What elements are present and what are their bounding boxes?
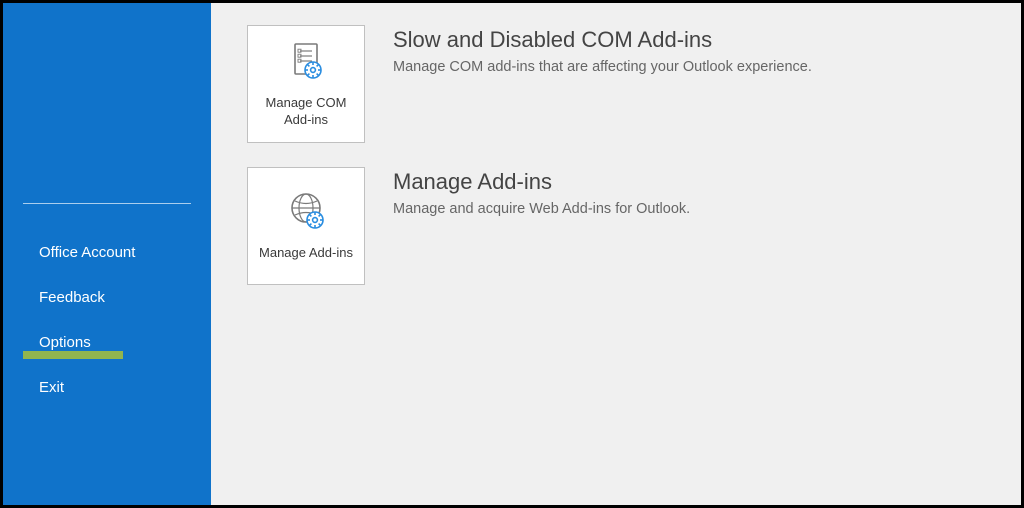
sidebar-item-feedback[interactable]: Feedback [3,275,211,320]
globe-gear-icon [283,190,329,239]
tile-subtitle: Manage and acquire Web Add-ins for Outlo… [393,201,690,217]
sidebar-divider [23,203,191,204]
sidebar-item-label: Options [39,334,91,351]
tile-description: Slow and Disabled COM Add-ins Manage COM… [393,25,812,75]
sidebar-item-label: Exit [39,379,64,396]
tile-button-label: Manage Add-ins [259,245,353,262]
tile-button-label: Manage COM Add-ins [252,95,360,129]
sidebar-item-office-account[interactable]: Office Account [3,230,211,275]
sidebar-item-exit[interactable]: Exit [3,365,211,410]
tile-title: Slow and Disabled COM Add-ins [393,27,812,53]
document-gear-icon [283,40,329,89]
sidebar-item-options[interactable]: Options [3,320,211,365]
tile-row: Manage COM Add-ins Slow and Disabled COM… [247,25,985,143]
manage-com-addins-button[interactable]: Manage COM Add-ins [247,25,365,143]
highlight-marker [23,351,123,359]
content-pane: Manage COM Add-ins Slow and Disabled COM… [211,3,1021,505]
tile-row: Manage Add-ins Manage Add-ins Manage and… [247,167,985,285]
manage-addins-button[interactable]: Manage Add-ins [247,167,365,285]
app-frame: Office Account Feedback Options Exit [0,0,1024,508]
sidebar-nav: Office Account Feedback Options Exit [3,3,211,505]
tile-subtitle: Manage COM add-ins that are affecting yo… [393,59,812,75]
tile-description: Manage Add-ins Manage and acquire Web Ad… [393,167,690,217]
sidebar-item-label: Feedback [39,289,105,306]
tile-title: Manage Add-ins [393,169,690,195]
sidebar-item-label: Office Account [39,244,135,261]
